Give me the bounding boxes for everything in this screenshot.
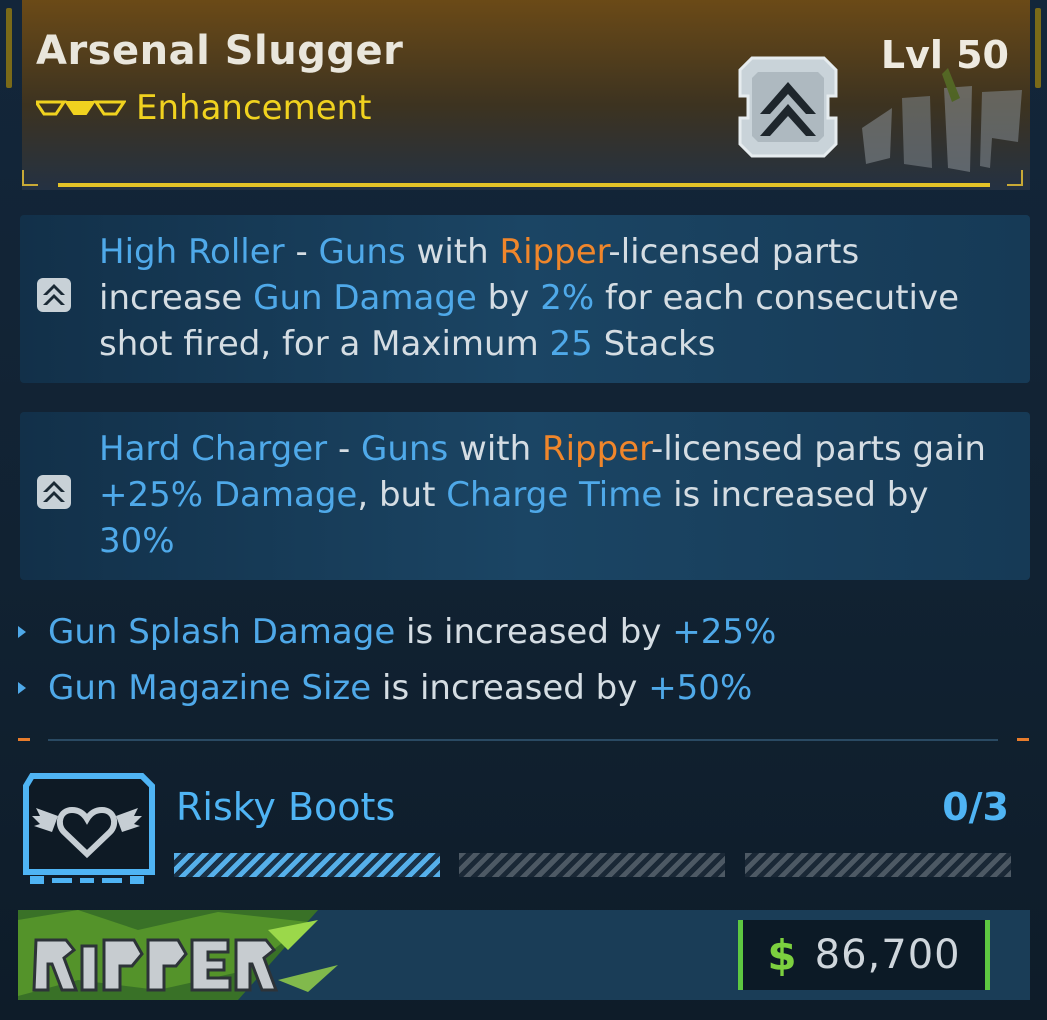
perk-text-segment: Guns: [318, 232, 406, 272]
perk-text-segment: 25: [549, 324, 593, 364]
set-progress-segment: [745, 853, 1011, 877]
section-divider: [48, 739, 998, 741]
chevron-up-emblem-icon: [738, 56, 838, 158]
stat-name: Gun Splash Damage: [48, 612, 396, 652]
perk-text-segment: Ripper: [499, 232, 609, 272]
rarity-label: Enhancement: [136, 88, 372, 128]
perk-text-segment: Gun Damage: [253, 278, 477, 318]
divider-tick-right: [1017, 738, 1029, 741]
stat-value: +50%: [648, 668, 753, 708]
perk-text-segment: by: [476, 278, 541, 318]
card-edge-left: [6, 8, 12, 88]
chevron-up-icon: [37, 475, 71, 509]
header-accent-line: [58, 183, 990, 187]
perk-text-segment: , but: [357, 475, 447, 515]
stat-name: Gun Magazine Size: [48, 668, 372, 708]
perk-description: Hard Charger - Guns with Ripper-licensed…: [99, 426, 1009, 564]
divider-tick-left: [18, 738, 30, 741]
set-bonus-name: Risky Boots: [176, 785, 396, 829]
set-progress-segment: [174, 853, 440, 877]
currency-symbol: $: [767, 930, 797, 980]
perk-text-segment: +25% Damage: [99, 475, 358, 515]
price-box: $ 86,700: [738, 920, 990, 990]
manufacturer-splash-icon: [862, 68, 1022, 172]
perk-text-segment: Hard Charger: [99, 429, 328, 469]
stat-value: +25%: [672, 612, 777, 652]
stat-line-magazine-size: Gun Magazine Size is increased by +50%: [18, 668, 752, 708]
perk-description: High Roller - Guns with Ripper-licensed …: [99, 229, 1009, 367]
card-edge-right: [1035, 8, 1041, 88]
rarity-chevrons-icon: [36, 100, 126, 116]
price-value: 86,700: [814, 932, 961, 978]
perk-hard-charger: Hard Charger - Guns with Ripper-licensed…: [20, 412, 1030, 580]
item-card: Arsenal Slugger Lvl 50 Enhancement High …: [0, 0, 1047, 1020]
perk-text-segment: -licensed parts gain: [650, 429, 997, 469]
item-name: Arsenal Slugger: [36, 28, 404, 74]
perk-text-segment: Ripper: [541, 429, 651, 469]
perk-text-segment: with: [405, 232, 500, 272]
set-progress-segment: [459, 853, 725, 877]
perk-text-segment: 30%: [99, 521, 175, 561]
chevron-up-icon: [37, 278, 71, 312]
perk-text-segment: with: [448, 429, 542, 469]
perk-text-segment: is increased by: [662, 475, 940, 515]
bullet-arrow-icon: [18, 626, 28, 638]
perk-text-segment: -: [284, 232, 319, 272]
perk-text-segment: Charge Time: [446, 475, 663, 515]
perk-text-segment: Guns: [361, 429, 449, 469]
perk-high-roller: High Roller - Guns with Ripper-licensed …: [20, 215, 1030, 383]
rarity-row: Enhancement: [36, 88, 372, 128]
ripper-logo-icon: [18, 910, 338, 1000]
perk-text-segment: High Roller: [99, 232, 285, 272]
corner-mark-left: [22, 170, 38, 186]
bullet-arrow-icon: [18, 682, 28, 694]
stat-line-splash-damage: Gun Splash Damage is increased by +25%: [18, 612, 776, 652]
stat-connector: is increased by: [371, 668, 649, 708]
set-bonus-count: 0/3: [942, 785, 1009, 829]
perk-text-segment: 2%: [540, 278, 595, 318]
perk-text-segment: -: [327, 429, 362, 469]
winged-heart-icon: [23, 773, 155, 884]
perk-text-segment: Stacks: [592, 324, 716, 364]
stat-connector: is increased by: [395, 612, 673, 652]
